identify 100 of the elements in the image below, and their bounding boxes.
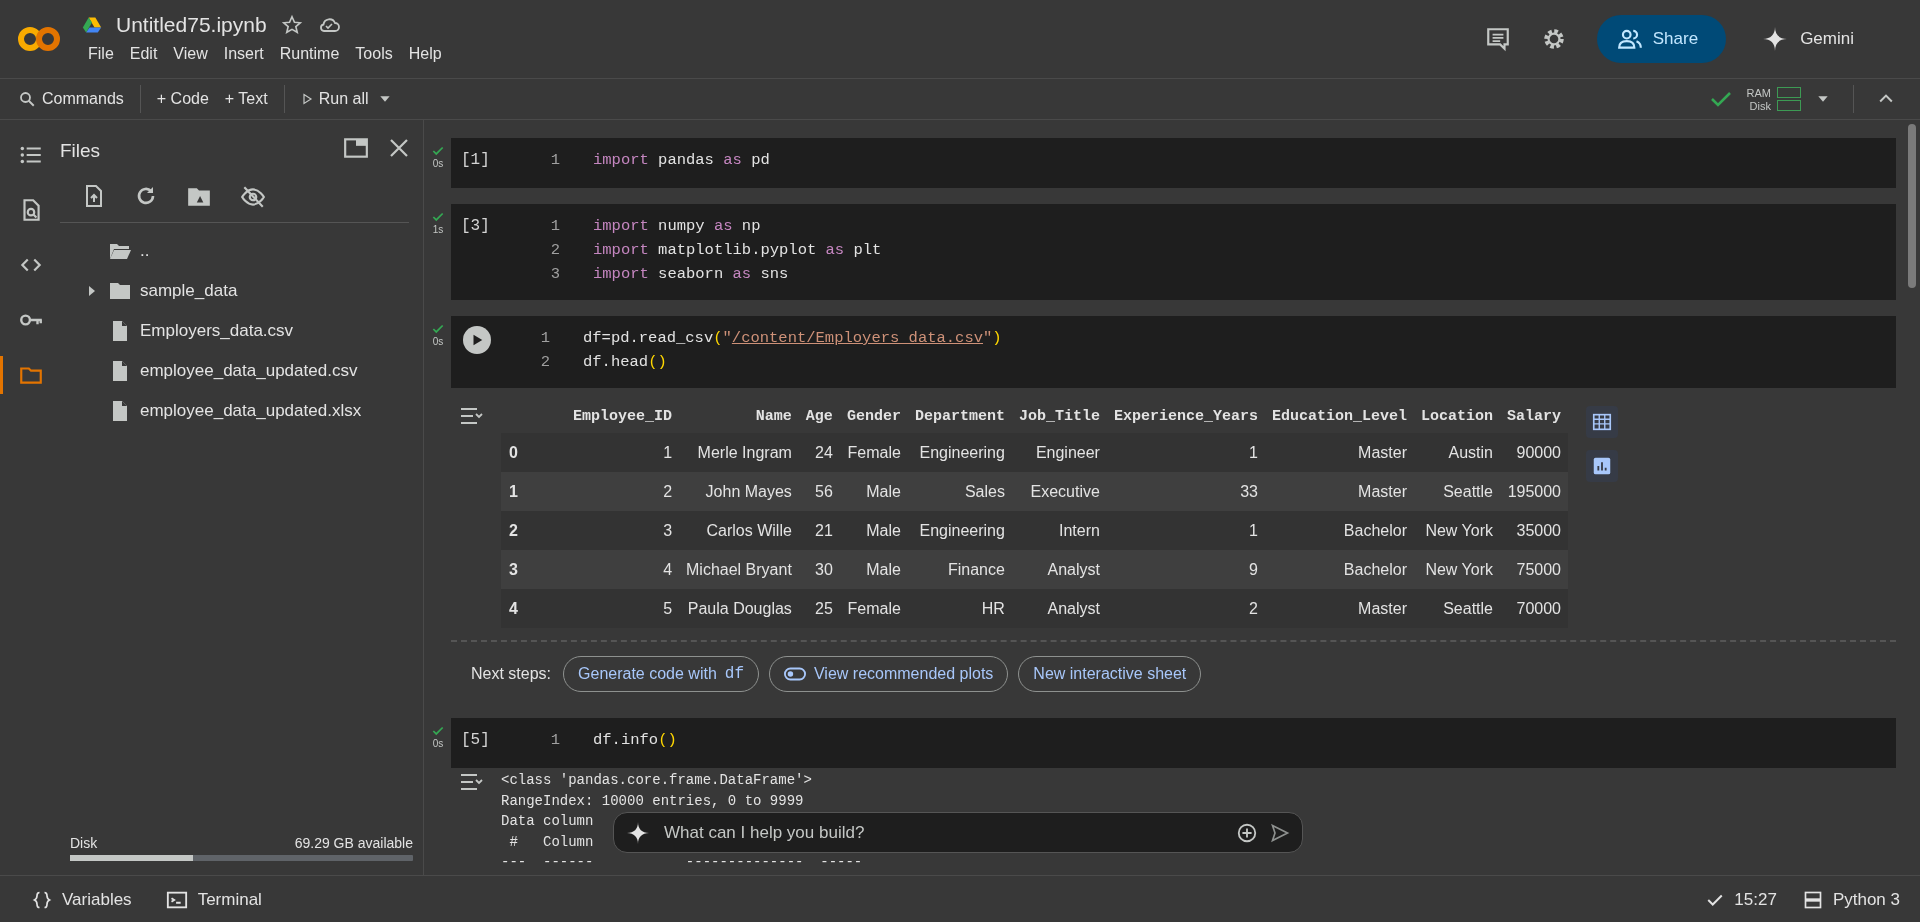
column-header: Location: [1414, 400, 1500, 433]
table-cell: 75000: [1500, 550, 1568, 589]
table-cell: New York: [1414, 511, 1500, 550]
terminal-button[interactable]: Terminal: [165, 888, 262, 911]
table-cell: HR: [907, 589, 1012, 628]
run-time: 0s: [432, 738, 444, 749]
prompt-field[interactable]: What can I help you build?: [662, 821, 1224, 844]
table-cell: Master: [1264, 433, 1414, 472]
add-code-button[interactable]: + Code: [148, 86, 217, 112]
menu-item[interactable]: File: [82, 43, 120, 65]
menu-item[interactable]: View: [167, 43, 214, 65]
table-cell: Seattle: [1414, 472, 1500, 511]
disk-label: Disk: [70, 835, 98, 851]
row-index: 0: [501, 433, 566, 472]
table-cell: Master: [1264, 472, 1414, 511]
table-cell: Paula Douglas: [679, 589, 799, 628]
file-name[interactable]: employee_data_updated.csv: [140, 361, 358, 381]
share-button[interactable]: Share: [1596, 15, 1727, 63]
table-cell: 25: [798, 589, 840, 628]
table-cell: 1: [1106, 433, 1265, 472]
table-cell: 5: [566, 589, 680, 628]
chart-button[interactable]: [1586, 450, 1618, 482]
table-cell: New York: [1414, 550, 1500, 589]
table-cell: 24: [798, 433, 840, 472]
table-cell: 1: [1106, 511, 1265, 550]
execution-count: [5]: [461, 731, 490, 749]
column-header: Gender: [839, 400, 908, 433]
ram-meter: [1777, 87, 1801, 98]
code-line: df=pd.read_csv("/content/Employers_data.csv"): [583, 328, 1002, 349]
code-line: df.head(): [583, 352, 667, 373]
notebook-title[interactable]: Untitled75.ipynb: [116, 13, 267, 37]
disk-meter: [1777, 100, 1801, 111]
table-cell: Bachelor: [1264, 550, 1414, 589]
run-all-button[interactable]: Run all: [292, 86, 377, 112]
braces-icon: [32, 889, 52, 910]
table-cell: Engineering: [907, 433, 1012, 472]
ram-label: RAM: [1746, 86, 1771, 99]
menu-item[interactable]: Edit: [123, 43, 164, 65]
table-cell: Sales: [907, 472, 1012, 511]
column-header: Education_Level: [1264, 400, 1414, 433]
output-line: # Column: [508, 832, 594, 852]
table-icon: [1591, 411, 1613, 433]
table-cell: Male: [839, 472, 908, 511]
table-cell: Merle Ingram: [679, 433, 799, 472]
run-time: 0s: [432, 158, 444, 169]
line-number: 1: [550, 731, 560, 749]
output-line: --- ------ -------------- -----: [501, 853, 863, 872]
code-line: df.info(): [593, 730, 677, 751]
logo-icon: [18, 26, 60, 52]
disk-label: Disk: [1748, 99, 1771, 112]
window-icon: [343, 135, 369, 161]
execution-count: [1]: [461, 151, 490, 169]
table-cell: 9: [1106, 550, 1265, 589]
run-time: 0s: [432, 336, 444, 347]
column-header: Employee_ID: [566, 400, 680, 433]
table-cell: Female: [839, 433, 908, 472]
drive-icon: [82, 15, 102, 35]
code-line: import seaborn as sns: [593, 264, 789, 285]
file-name[interactable]: sample_data: [140, 281, 238, 301]
add-icon: [1236, 821, 1258, 844]
menu-item[interactable]: Tools: [349, 43, 399, 65]
line-number: 2: [550, 241, 560, 259]
code-line: import pandas as pd: [593, 150, 770, 171]
file-name[interactable]: Employers_data.csv: [140, 321, 294, 341]
gemini-button[interactable]: Gemini: [1756, 25, 1860, 53]
table-cell: 2: [1106, 589, 1265, 628]
send-icon: [1270, 822, 1290, 843]
column-header: Experience_Years: [1106, 400, 1265, 433]
comment-icon: [1484, 26, 1511, 52]
menu-item[interactable]: Runtime: [273, 43, 346, 65]
column-header: Salary: [1500, 400, 1568, 433]
table-cell: 33: [1106, 472, 1265, 511]
table-cell: Engineer: [1011, 433, 1107, 472]
table-cell: 21: [798, 511, 840, 550]
scrollbar[interactable]: [1908, 124, 1916, 288]
runtime-status[interactable]: Python 3: [1802, 889, 1900, 910]
table-cell: John Mayes: [679, 472, 799, 511]
menu-item[interactable]: Help: [402, 43, 448, 65]
table-view-button[interactable]: [1586, 406, 1618, 438]
output-line: RangeIndex: 10000 entries, 0 to 9999: [501, 791, 804, 811]
prompt-box[interactable]: What can I help you build?: [613, 812, 1303, 853]
table-cell: Austin: [1414, 433, 1500, 472]
table-cell: Master: [1264, 589, 1414, 628]
variables-button[interactable]: Variables: [32, 889, 132, 910]
next-steps-label: Next steps:: [471, 665, 552, 683]
row-index: 2: [501, 511, 566, 550]
bar-chart-icon: [1591, 455, 1613, 477]
commands-button[interactable]: Commands: [10, 86, 132, 112]
add-text-button[interactable]: + Text: [216, 86, 276, 112]
execution-time[interactable]: 15:27: [1706, 889, 1777, 910]
run-cell-button[interactable]: [463, 326, 491, 354]
table-cell: 70000: [1500, 589, 1568, 628]
column-header: Name: [679, 400, 799, 433]
table-cell: Carlos Wille: [679, 511, 799, 550]
file-name[interactable]: employee_data_updated.xlsx: [140, 401, 362, 421]
file-name[interactable]: ..: [140, 241, 150, 261]
table-cell: Executive: [1011, 472, 1107, 511]
star-icon: [280, 14, 303, 36]
menu-item[interactable]: Insert: [217, 43, 270, 65]
table-cell: Female: [839, 589, 908, 628]
